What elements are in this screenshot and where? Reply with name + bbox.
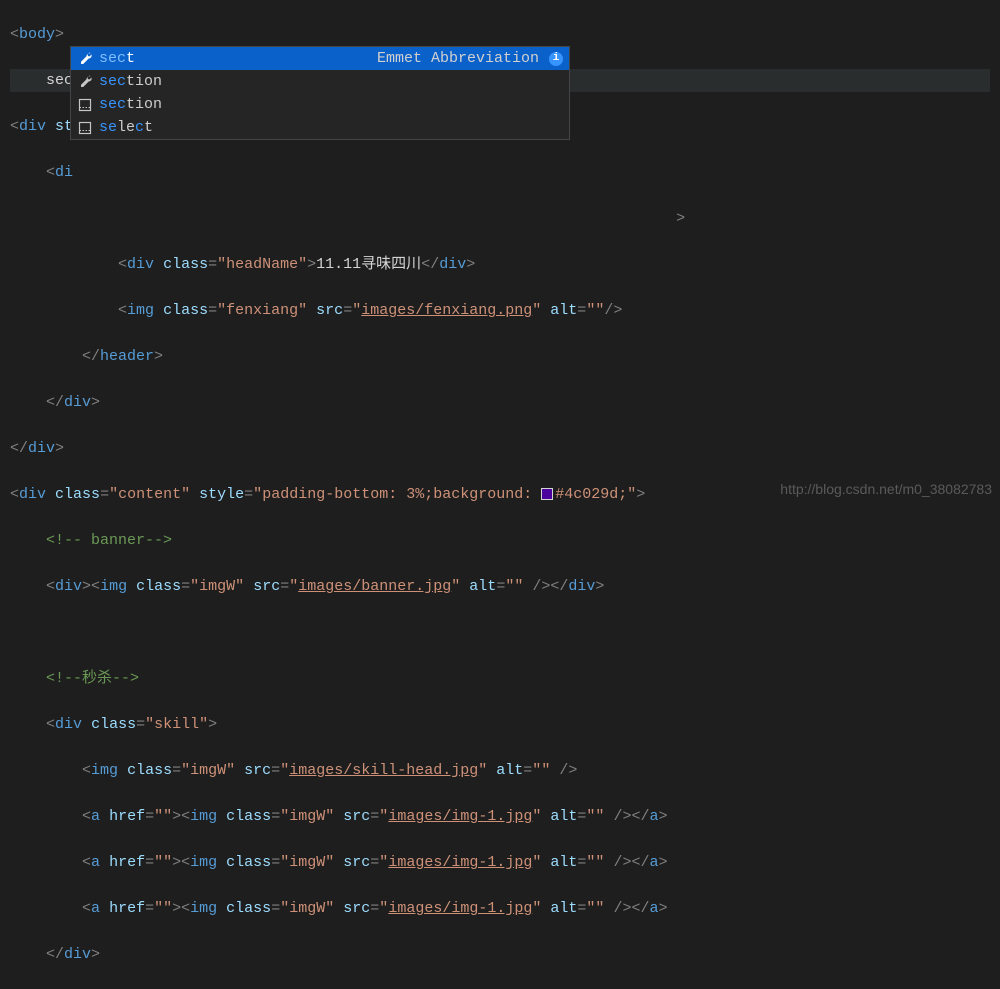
watermark: http://blog.csdn.net/m0_38082783 <box>780 478 992 501</box>
code-line <box>10 621 990 644</box>
code-line: <div><img class="imgW" src="images/banne… <box>10 575 990 598</box>
autocomplete-label: section <box>99 93 563 116</box>
code-line: </div> <box>10 391 990 414</box>
autocomplete-item[interactable]: sect Emmet Abbreviation i <box>71 47 569 70</box>
autocomplete-detail: Emmet Abbreviation <box>377 47 539 70</box>
code-line: </div> <box>10 943 990 966</box>
tag-body: body <box>19 26 55 43</box>
info-icon[interactable]: i <box>549 52 563 66</box>
autocomplete-label: sect <box>99 47 371 70</box>
typed-text: sec <box>46 72 73 89</box>
snippet-icon <box>77 97 93 113</box>
autocomplete-label: section <box>99 70 563 93</box>
autocomplete-item[interactable]: section <box>71 93 569 116</box>
code-line: </header> <box>10 345 990 368</box>
autocomplete-item[interactable]: section <box>71 70 569 93</box>
snippet-icon <box>77 120 93 136</box>
autocomplete-label: select <box>99 116 563 139</box>
code-line: <div class="skill"> <box>10 713 990 736</box>
autocomplete-popup: sect Emmet Abbreviation i section sectio… <box>70 46 570 140</box>
code-line: <a href=""><img class="imgW" src="images… <box>10 897 990 920</box>
code-line: </div> <box>10 437 990 460</box>
code-line: <!-- banner--> <box>10 529 990 552</box>
code-line: <div class="headName">11.11寻味四川</div> <box>10 253 990 276</box>
autocomplete-item[interactable]: select <box>71 116 569 139</box>
code-line: > <box>10 207 990 230</box>
code-line: <body> <box>10 23 990 46</box>
wrench-icon <box>77 51 93 67</box>
code-line: <di <box>10 161 990 184</box>
color-swatch[interactable] <box>541 488 553 500</box>
code-line: <a href=""><img class="imgW" src="images… <box>10 805 990 828</box>
code-line: <img class="imgW" src="images/skill-head… <box>10 759 990 782</box>
code-line: <img class="fenxiang" src="images/fenxia… <box>10 299 990 322</box>
code-line: <!--秒杀--> <box>10 667 990 690</box>
code-line: <a href=""><img class="imgW" src="images… <box>10 851 990 874</box>
wrench-icon <box>77 74 93 90</box>
